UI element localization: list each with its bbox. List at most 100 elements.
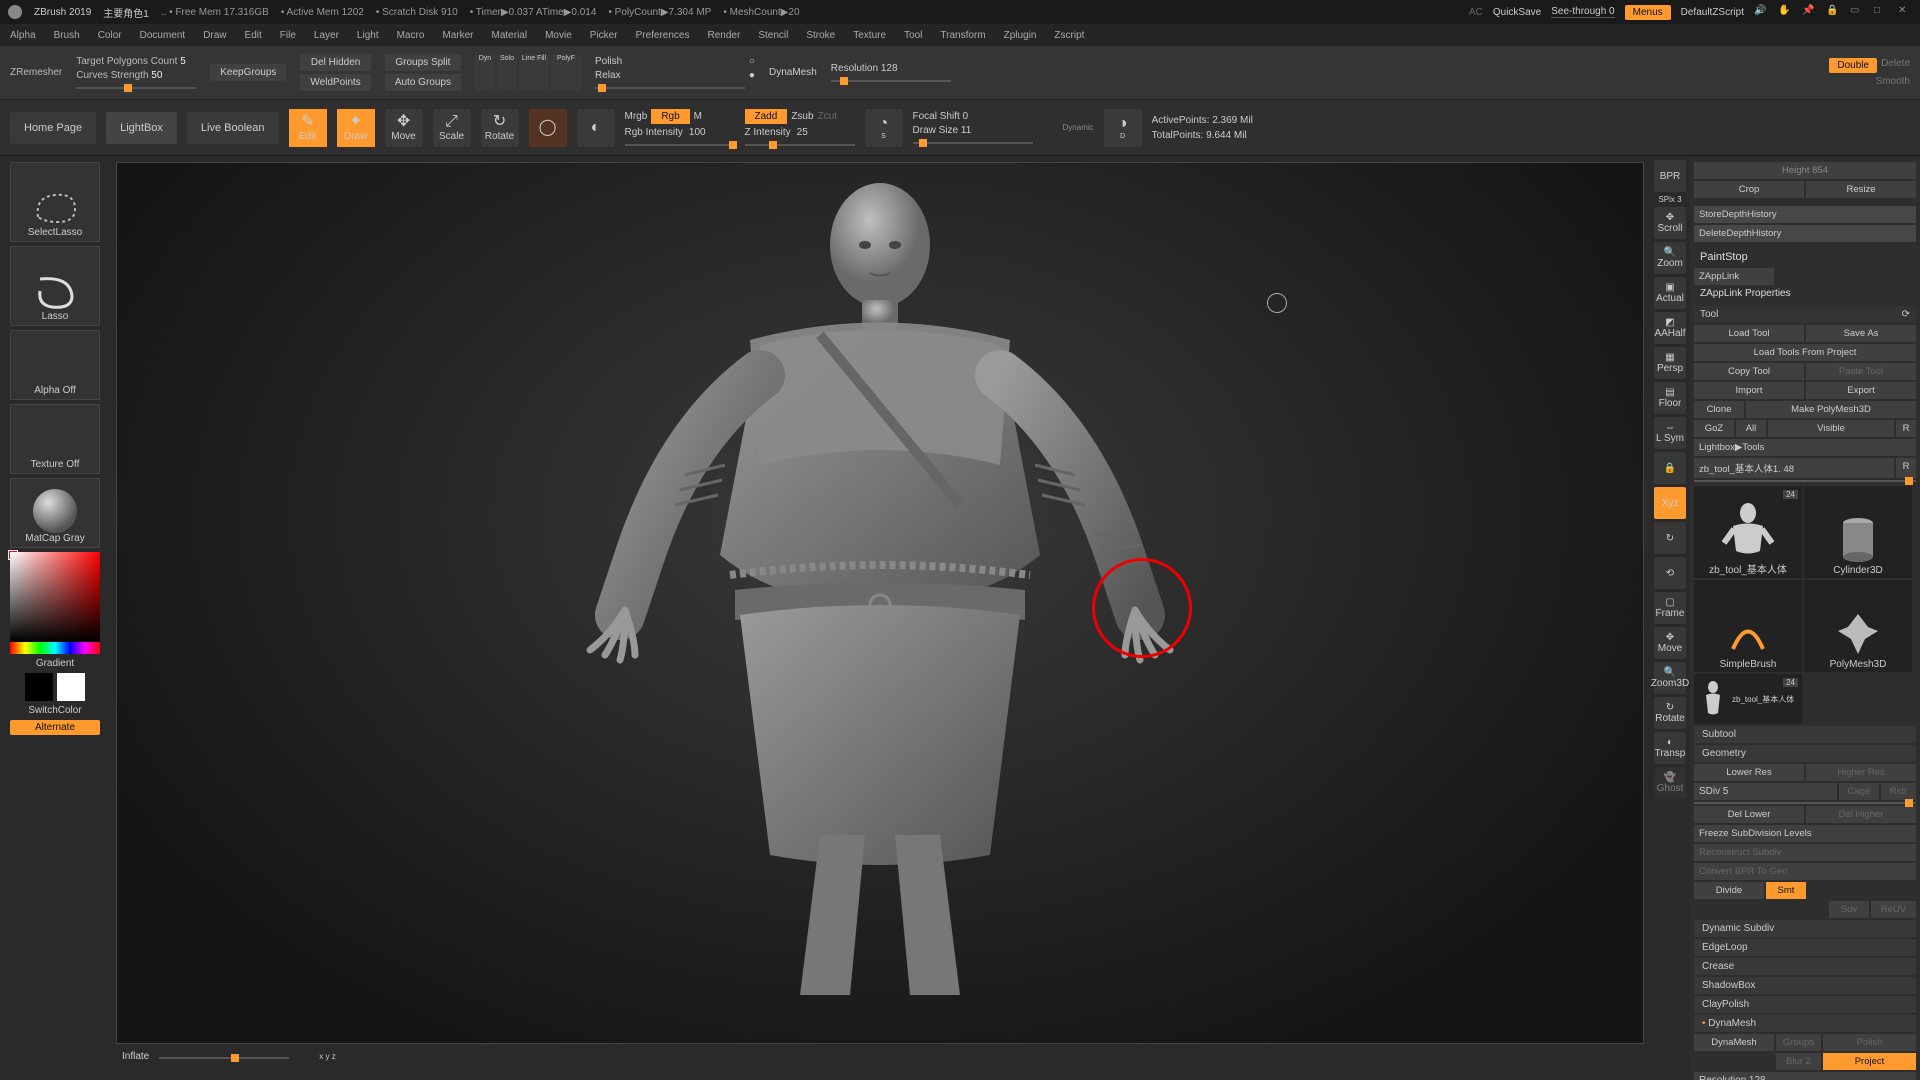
linefill-icon[interactable]: Line Fill xyxy=(519,55,549,91)
aahalf-button[interactable]: ◩AAHalf xyxy=(1654,312,1686,344)
rot-y-button[interactable]: ↻ xyxy=(1654,522,1686,554)
menu-stencil[interactable]: Stencil xyxy=(758,30,788,41)
geometry-accordion[interactable]: Geometry xyxy=(1694,745,1916,762)
delhigher-button[interactable]: Del Higher xyxy=(1806,806,1916,823)
close-icon[interactable]: ✕ xyxy=(1898,5,1912,19)
tool-name-field[interactable]: zb_tool_基本人体1. 48 xyxy=(1694,458,1894,478)
frame-button[interactable]: ▢Frame xyxy=(1654,592,1686,624)
lock-icon[interactable]: 🔒 xyxy=(1826,5,1840,19)
menu-transform[interactable]: Transform xyxy=(940,30,985,41)
viewport[interactable] xyxy=(116,162,1644,1044)
edgeloop-accordion[interactable]: EdgeLoop xyxy=(1694,939,1916,956)
tool-thumb-0[interactable]: 24 zb_tool_基本人体 xyxy=(1694,486,1802,578)
zoom-button[interactable]: 🔍Zoom xyxy=(1654,242,1686,274)
tool-header[interactable]: Tool xyxy=(1700,309,1718,320)
dynamesh-button[interactable]: DynaMesh xyxy=(1694,1034,1774,1051)
spix-value[interactable]: SPix 3 xyxy=(1658,195,1681,204)
relax-slider[interactable] xyxy=(595,87,745,89)
zscript-label[interactable]: DefaultZScript xyxy=(1681,7,1744,18)
draw-size-slider[interactable] xyxy=(913,142,1033,144)
edit-mode-button[interactable]: ✎Edit xyxy=(289,109,327,147)
dynamic-label[interactable]: Dynamic xyxy=(1063,123,1094,132)
ghost-button[interactable]: 👻Ghost xyxy=(1654,767,1686,799)
menu-edit[interactable]: Edit xyxy=(245,30,262,41)
gradient-button[interactable]: Gradient xyxy=(36,658,74,669)
zadd-button[interactable]: Zadd xyxy=(745,109,788,124)
lock-button[interactable]: 🔒 xyxy=(1654,452,1686,484)
menu-preferences[interactable]: Preferences xyxy=(636,30,690,41)
menu-document[interactable]: Document xyxy=(140,30,186,41)
tool-thumb-2[interactable]: SimpleBrush xyxy=(1694,580,1802,672)
curves-value[interactable]: 50 xyxy=(151,70,162,81)
alternate-button[interactable]: Alternate xyxy=(10,720,100,735)
dynamesh-label[interactable]: DynaMesh xyxy=(769,67,817,78)
subtool-accordion[interactable]: Subtool xyxy=(1694,726,1916,743)
polish-button[interactable]: Polish xyxy=(1823,1034,1916,1051)
clone-button[interactable]: Clone xyxy=(1694,401,1744,418)
groups-button[interactable]: Groups xyxy=(1776,1034,1821,1051)
persp-button[interactable]: ▦Persp xyxy=(1654,347,1686,379)
higherres-button[interactable]: Higher Res xyxy=(1806,764,1916,781)
z-intensity-value[interactable]: 25 xyxy=(797,127,808,138)
brush-name[interactable]: Inflate xyxy=(122,1051,149,1062)
scale-mode-button[interactable]: ⤢Scale xyxy=(433,109,471,147)
dynamic-icon[interactable]: Dyn xyxy=(475,55,495,91)
r2-button[interactable]: R xyxy=(1896,458,1916,478)
dynamesh-accordion[interactable]: DynaMesh xyxy=(1694,1015,1916,1032)
all-button[interactable]: All xyxy=(1736,420,1766,437)
rgb-intensity-value[interactable]: 100 xyxy=(689,127,706,138)
delete-button[interactable]: Delete xyxy=(1881,58,1910,73)
z-intensity-slider[interactable] xyxy=(745,144,855,146)
brush-size-slider[interactable] xyxy=(159,1057,289,1059)
resolution-slider[interactable] xyxy=(831,80,951,82)
swatch-white[interactable] xyxy=(57,673,85,701)
gizmo-button[interactable]: ◯ xyxy=(529,109,567,147)
menu-movie[interactable]: Movie xyxy=(545,30,572,41)
audio-icon[interactable]: 🔊 xyxy=(1754,5,1768,19)
menu-zscript[interactable]: Zscript xyxy=(1054,30,1084,41)
dynamic-brush-button[interactable]: ◑D xyxy=(1104,109,1142,147)
delhidden-button[interactable]: Del Hidden xyxy=(300,54,370,71)
menus-button[interactable]: Menus xyxy=(1625,5,1671,20)
floor-button[interactable]: ▤Floor xyxy=(1654,382,1686,414)
menu-alpha[interactable]: Alpha xyxy=(10,30,36,41)
switchcolor-button[interactable]: SwitchColor xyxy=(28,705,81,716)
pin-icon[interactable]: 📌 xyxy=(1802,5,1816,19)
shadowbox-accordion[interactable]: ShadowBox xyxy=(1694,977,1916,994)
home-page-button[interactable]: Home Page xyxy=(10,112,96,144)
menu-marker[interactable]: Marker xyxy=(442,30,473,41)
copytool-button[interactable]: Copy Tool xyxy=(1694,363,1804,380)
rstr-button[interactable]: Rstr xyxy=(1881,783,1916,800)
curves-slider[interactable] xyxy=(76,87,196,89)
rgb-intensity-slider[interactable] xyxy=(625,144,735,146)
dynamicsubdiv-accordion[interactable]: Dynamic Subdiv xyxy=(1694,920,1916,937)
lasso-stroke[interactable]: Lasso xyxy=(10,246,100,326)
resolution2-field[interactable]: Resolution 128 xyxy=(1694,1072,1916,1080)
menu-color[interactable]: Color xyxy=(98,30,122,41)
move3d-button[interactable]: ✥Move xyxy=(1654,627,1686,659)
tool-slider[interactable] xyxy=(1694,480,1916,482)
hand-icon[interactable]: ✋ xyxy=(1778,5,1792,19)
polish-dot-icon[interactable]: ○ xyxy=(749,56,755,67)
menu-texture[interactable]: Texture xyxy=(853,30,886,41)
hue-strip[interactable] xyxy=(10,642,100,654)
cage-button[interactable]: Cage xyxy=(1839,783,1879,800)
dellower-button[interactable]: Del Lower xyxy=(1694,806,1804,823)
zcut-button[interactable]: Zcut xyxy=(818,111,837,122)
weldpoints-button[interactable]: WeldPoints xyxy=(300,74,370,91)
r-button[interactable]: R xyxy=(1896,420,1916,437)
menu-picker[interactable]: Picker xyxy=(590,30,618,41)
rot-z-button[interactable]: ⟲ xyxy=(1654,557,1686,589)
m-button[interactable]: M xyxy=(694,111,702,122)
actual-button[interactable]: ▣Actual xyxy=(1654,277,1686,309)
polyf-icon[interactable]: PolyF xyxy=(551,55,581,91)
menu-render[interactable]: Render xyxy=(708,30,741,41)
keepgroups-button[interactable]: KeepGroups xyxy=(210,64,286,81)
solo-icon[interactable]: Solo xyxy=(497,55,517,91)
menu-draw[interactable]: Draw xyxy=(203,30,226,41)
rotate-mode-button[interactable]: ↻Rotate xyxy=(481,109,519,147)
reuv-button[interactable]: ReUV xyxy=(1871,901,1916,918)
transp-button[interactable]: ◐Transp xyxy=(1654,732,1686,764)
project-button[interactable]: Project xyxy=(1823,1053,1916,1070)
visible-button[interactable]: Visible xyxy=(1768,420,1894,437)
